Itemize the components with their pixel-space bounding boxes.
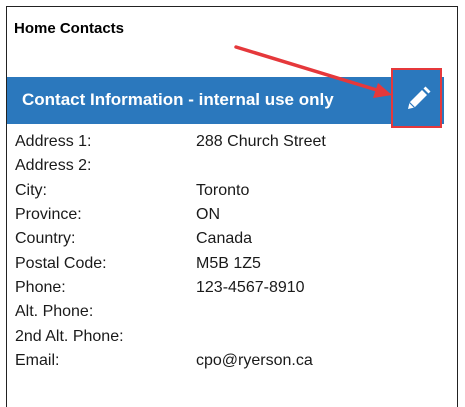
field-label: Province:: [15, 206, 82, 224]
pencil-icon: [408, 86, 431, 109]
field-value: 123-4567-8910: [196, 278, 305, 296]
section-header: Contact Information - internal use only: [7, 68, 444, 128]
page-title: Home Contacts: [14, 20, 125, 37]
field-value: Canada: [196, 230, 253, 248]
contact-fields: Address 1: 288 Church Street Address 2: …: [15, 130, 445, 373]
field-value: 288 Church Street: [196, 133, 326, 151]
field-row-province: Province: ON: [15, 203, 445, 227]
field-value: ON: [196, 206, 220, 224]
field-label: Phone:: [15, 278, 66, 296]
field-label: City:: [15, 181, 47, 199]
field-row-email: Email: cpo@ryerson.ca: [15, 349, 445, 373]
section-title: Contact Information - internal use only: [22, 90, 334, 109]
field-row-address-1: Address 1: 288 Church Street: [15, 130, 445, 154]
field-row-address-2: Address 2:: [15, 154, 445, 178]
field-value: Toronto: [196, 181, 250, 199]
field-row-city: City: Toronto: [15, 179, 445, 203]
field-label: Address 1:: [15, 133, 92, 151]
field-value: cpo@ryerson.ca: [196, 351, 313, 369]
field-label: Email:: [15, 351, 60, 369]
field-row-postal-code: Postal Code: M5B 1Z5: [15, 251, 445, 275]
edit-button[interactable]: [391, 68, 442, 128]
field-label: Postal Code:: [15, 254, 107, 272]
field-row-phone: Phone: 123-4567-8910: [15, 276, 445, 300]
field-row-2nd-alt-phone: 2nd Alt. Phone:: [15, 324, 445, 348]
field-label: Address 2:: [15, 157, 92, 175]
field-label: Alt. Phone:: [15, 303, 94, 321]
field-label: Country:: [15, 230, 76, 248]
field-label: 2nd Alt. Phone:: [15, 327, 124, 345]
field-row-alt-phone: Alt. Phone:: [15, 300, 445, 324]
field-value: M5B 1Z5: [196, 254, 261, 272]
field-row-country: Country: Canada: [15, 227, 445, 251]
